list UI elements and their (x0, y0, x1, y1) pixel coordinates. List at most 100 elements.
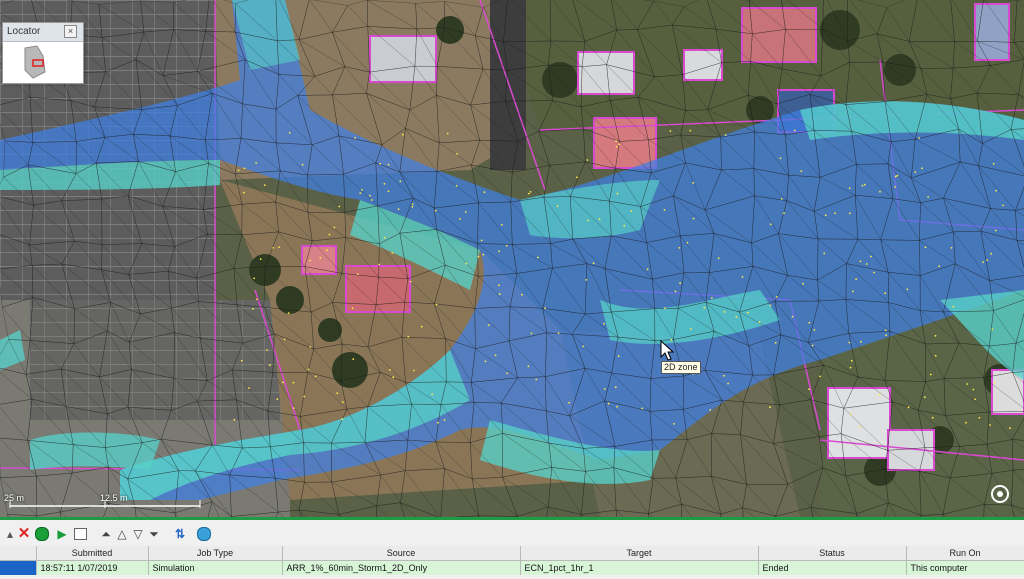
locator-titlebar[interactable]: Locator × (3, 23, 83, 42)
flow-vector (703, 306, 706, 309)
flow-vector (252, 308, 254, 310)
flow-vector (914, 171, 917, 174)
flow-vector (259, 258, 262, 261)
locator-window[interactable]: Locator × (2, 22, 84, 84)
move-bottom-icon[interactable]: ⏷ (146, 526, 162, 542)
flow-vector (392, 376, 395, 379)
flow-vector (434, 209, 437, 212)
record-icon[interactable] (34, 526, 50, 542)
column-header-source[interactable]: Source (282, 546, 521, 561)
column-header-job-type[interactable]: Job Type (148, 546, 283, 561)
column-header-select[interactable] (0, 546, 37, 561)
flow-vector (255, 162, 257, 164)
flow-vector (431, 393, 433, 396)
chart-icon[interactable] (72, 526, 88, 542)
flow-vector (793, 129, 796, 132)
flow-vector (934, 334, 937, 337)
flow-vector (859, 260, 862, 263)
flow-vector (443, 419, 446, 421)
column-header-submitted[interactable]: Submitted (36, 546, 149, 561)
move-up-icon[interactable]: △ (114, 526, 130, 542)
flow-vector (585, 279, 588, 281)
flow-vector (407, 335, 410, 338)
flow-vector (556, 205, 559, 208)
flow-vector (465, 262, 468, 265)
row-selector[interactable] (0, 560, 37, 575)
flow-vector (689, 129, 692, 132)
flow-vector (774, 341, 777, 344)
flow-vector (437, 421, 439, 424)
flow-vector (484, 360, 487, 363)
flow-vector (557, 332, 560, 334)
flow-vector (921, 167, 923, 170)
flow-vector (314, 375, 317, 378)
column-header-target[interactable]: Target (520, 546, 759, 561)
flow-vector (536, 256, 539, 259)
locator-close-icon[interactable]: × (64, 25, 77, 38)
flow-vector (616, 192, 619, 195)
flow-vector (849, 212, 851, 215)
flow-vector (849, 366, 852, 369)
refresh-icon[interactable]: ⇅ (172, 526, 188, 542)
play-icon[interactable]: ▶ (54, 526, 70, 542)
job-table-header: Submitted Job Type Source Target Status … (0, 546, 1024, 561)
flow-vector (409, 280, 412, 283)
flow-vector (383, 236, 386, 239)
flow-vector (535, 378, 538, 381)
flow-vector (848, 187, 851, 190)
flow-vector (446, 132, 449, 135)
flow-vector (896, 174, 899, 177)
flow-vector (934, 354, 937, 357)
move-down-icon[interactable]: ▽ (130, 526, 146, 542)
flow-vector (411, 205, 414, 208)
move-top-icon[interactable]: ⏶ (98, 526, 114, 542)
flow-vector (623, 224, 626, 227)
flow-vector (723, 374, 725, 377)
flow-vector (494, 354, 497, 357)
locator-minimap[interactable] (3, 42, 81, 82)
flow-vector (378, 263, 381, 266)
column-header-run-on[interactable]: Run On (906, 546, 1024, 561)
flow-vector (850, 359, 853, 362)
flow-vector (689, 328, 692, 330)
flow-vector (811, 344, 814, 347)
compass-icon (991, 485, 1009, 503)
flow-vector (498, 293, 501, 296)
map-view[interactable]: Locator × 2D zone 25 m 12.5 m (0, 0, 1024, 517)
flow-vector (848, 341, 851, 344)
close-icon[interactable]: ✕ (16, 526, 32, 542)
flow-vector (276, 398, 279, 401)
map-canvas[interactable] (0, 0, 1024, 517)
flow-vector (615, 145, 618, 148)
scale-label-mid: 12.5 m (100, 493, 128, 503)
flow-vector (527, 192, 530, 195)
flow-vector (779, 157, 782, 160)
flow-vector (505, 244, 508, 247)
flow-vector (237, 169, 240, 172)
flow-vector (965, 421, 967, 424)
flow-vector (435, 303, 438, 306)
flow-vector (586, 159, 589, 161)
flow-vector (780, 198, 783, 200)
flow-vector (991, 328, 994, 331)
flow-vector (819, 375, 821, 378)
flow-vector (397, 208, 400, 211)
flow-vector (618, 143, 621, 146)
flow-vector (243, 167, 246, 170)
flow-vector (356, 273, 359, 275)
flow-vector (391, 251, 394, 254)
globe-icon[interactable] (196, 526, 212, 542)
flow-vector (387, 190, 390, 193)
flow-vector (873, 271, 875, 274)
column-header-status[interactable]: Status (758, 546, 907, 561)
flow-vector (992, 162, 995, 165)
flow-vector (456, 153, 458, 155)
flow-vector (387, 163, 390, 166)
flow-vector (929, 373, 932, 376)
flow-vector (663, 209, 666, 211)
flow-vector (333, 226, 336, 229)
table-row[interactable]: 18:57:11 1/07/2019 Simulation ARR_1%_60m… (0, 560, 1024, 575)
flow-vector (692, 217, 695, 220)
flow-vector (248, 387, 250, 389)
locator-title: Locator (7, 26, 41, 37)
